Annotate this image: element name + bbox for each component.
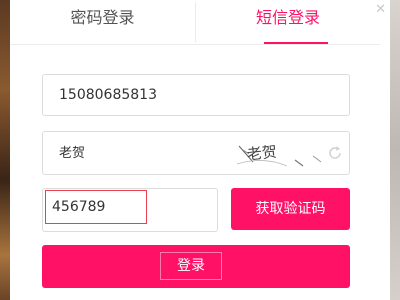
tab-password-login-label: 密码登录 xyxy=(70,8,135,27)
phone-input[interactable]: 15080685813 xyxy=(42,74,350,116)
active-tab-underline xyxy=(264,42,328,44)
background-photo-left xyxy=(0,0,10,300)
tab-sms-login-label: 短信登录 xyxy=(255,8,320,27)
tab-password-login[interactable]: 密码登录 xyxy=(10,0,195,44)
captcha-input-value: 老贺 xyxy=(59,146,86,161)
login-button-label: 登录 xyxy=(177,258,205,274)
tab-sms-login[interactable]: 短信登录 xyxy=(196,0,380,44)
login-button-label-box: 登录 xyxy=(160,252,222,280)
login-tabs: 密码登录 短信登录 xyxy=(10,0,380,45)
phone-input-value: 15080685813 xyxy=(59,87,157,103)
get-code-button[interactable]: 获取验证码 xyxy=(231,188,350,230)
captcha-field[interactable]: 老贺 老贺 xyxy=(42,131,350,175)
close-icon[interactable]: ✕ xyxy=(375,2,386,17)
background-page-right xyxy=(390,0,400,300)
login-panel: 密码登录 短信登录 15080685813 老贺 老贺 456789 获取验证码… xyxy=(10,0,380,300)
get-code-label: 获取验证码 xyxy=(255,201,326,217)
sms-code-input[interactable]: 456789 xyxy=(45,190,147,224)
login-button[interactable]: 登录 xyxy=(42,245,350,288)
sms-code-field[interactable]: 456789 xyxy=(42,188,218,232)
refresh-icon[interactable] xyxy=(327,145,343,161)
captcha-image-text: 老贺 xyxy=(246,143,278,164)
sms-code-value: 456789 xyxy=(52,199,106,215)
